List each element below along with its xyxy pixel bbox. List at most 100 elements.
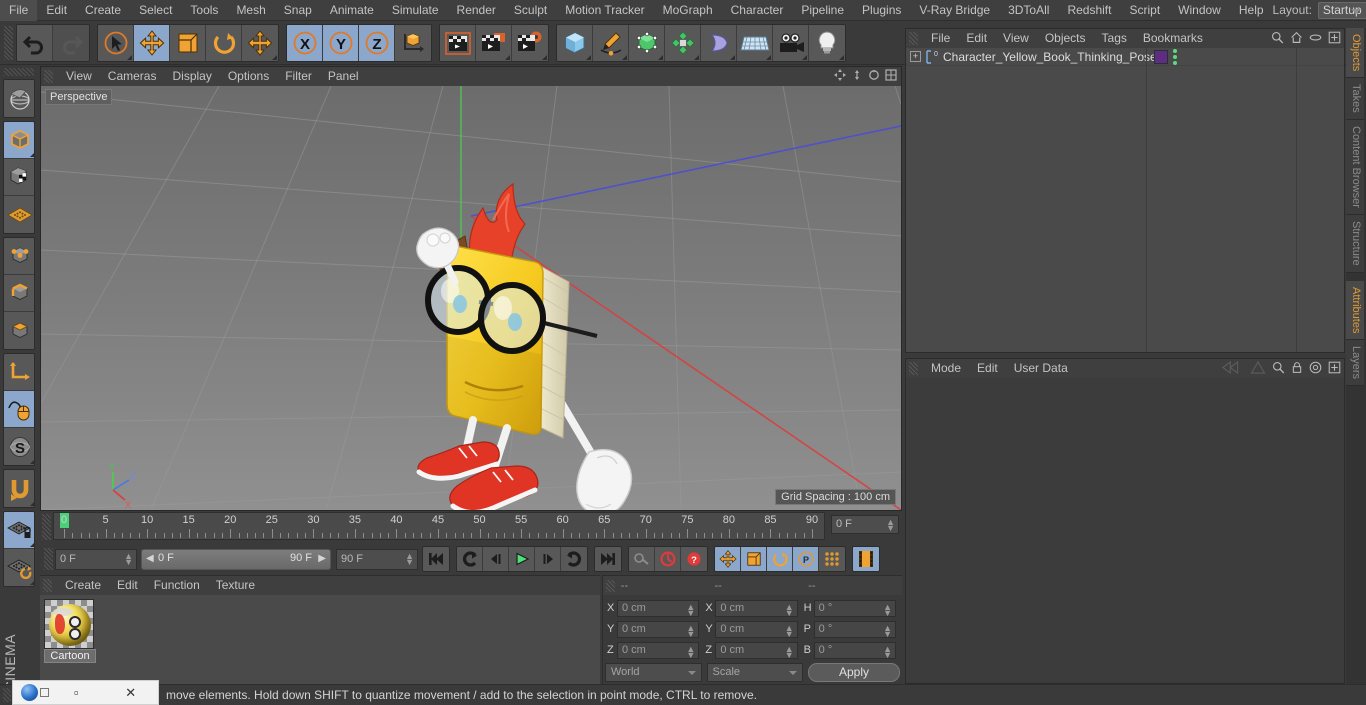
viewport-menu-display[interactable]: Display	[164, 67, 219, 86]
object-menu-view[interactable]: View	[995, 29, 1037, 48]
material-thumbnail[interactable]	[44, 599, 94, 649]
undo-button[interactable]	[17, 24, 53, 61]
timeline-ruler[interactable]: 0 5 10 15 20 25 30 35 40 45 50 55 60 65 70 75 80 85 90	[53, 512, 825, 540]
current-frame-field[interactable]: 0 F ▲ ▼	[55, 548, 137, 570]
viewport-menu-view[interactable]: View	[58, 67, 100, 86]
pos-y-field[interactable]: 0 cm ▲ ▼	[617, 620, 700, 638]
menu-item-3dtoall[interactable]: 3DToAll	[999, 0, 1058, 21]
coordinate-system-dropdown[interactable]: World	[605, 663, 702, 682]
viewport-menu-panel[interactable]: Panel	[320, 67, 367, 86]
home-icon[interactable]	[1290, 31, 1303, 44]
menu-item-edit[interactable]: Edit	[37, 0, 76, 21]
redo-button[interactable]	[53, 24, 89, 61]
timeline-filmstrip-button[interactable]	[853, 547, 879, 571]
render-region-button[interactable]	[4, 80, 34, 117]
stepper-icon[interactable]: ▲ ▼	[124, 551, 133, 566]
tab-layers[interactable]: Layers	[1346, 340, 1364, 387]
object-menu-tags[interactable]: Tags	[1094, 29, 1135, 48]
layout-dropdown[interactable]: Startup	[1317, 1, 1366, 19]
magnet-button[interactable]	[4, 470, 34, 507]
attribute-content[interactable]	[906, 378, 1344, 682]
object-menu-edit[interactable]: Edit	[958, 29, 995, 48]
menu-item-simulate[interactable]: Simulate	[383, 0, 448, 21]
polygon-grid-button[interactable]	[4, 196, 34, 233]
nav-back-icon[interactable]	[1222, 361, 1244, 374]
material-menu-texture[interactable]: Texture	[208, 576, 263, 595]
menu-item-window[interactable]: Window	[1169, 0, 1230, 21]
material-tag-icon[interactable]	[1154, 49, 1168, 64]
size-x-field[interactable]: 0 cm ▲ ▼	[715, 599, 798, 617]
tag-dots-icon[interactable]	[1173, 48, 1177, 65]
menu-item-motion-tracker[interactable]: Motion Tracker	[556, 0, 653, 21]
stepper-icon[interactable]: ▲ ▼	[883, 623, 892, 638]
nav-forward-icon[interactable]	[1250, 361, 1266, 374]
object-menu-file[interactable]: File	[923, 29, 958, 48]
stepper-icon[interactable]: ▲ ▼	[883, 644, 892, 659]
soft-selection-button[interactable]: S	[4, 428, 34, 465]
expand-toggle-icon[interactable]: +	[910, 51, 921, 62]
add-light-button[interactable]	[809, 24, 845, 61]
stepper-icon[interactable]: ▲ ▼	[886, 518, 895, 533]
play-reverse-button[interactable]	[457, 547, 483, 571]
texture-mode-button[interactable]	[4, 159, 34, 196]
timeline-grip[interactable]	[42, 514, 51, 540]
attribute-menu-mode[interactable]: Mode	[923, 359, 969, 378]
zoom-view-icon[interactable]	[851, 69, 863, 81]
end-frame-field[interactable]: 90 F ▲ ▼	[336, 548, 418, 570]
position-key-button[interactable]	[715, 547, 741, 571]
material-item[interactable]: Cartoon	[44, 599, 96, 663]
attribute-menu-user-data[interactable]: User Data	[1006, 359, 1076, 378]
table-row[interactable]: + 0 Character_Yellow_Book_Thinking_Pose	[906, 48, 1344, 66]
record-active-objects-button[interactable]	[629, 547, 655, 571]
menu-item-snap[interactable]: Snap	[275, 0, 321, 21]
lock-icon[interactable]	[1291, 361, 1303, 374]
axis-modify-button[interactable]	[4, 354, 34, 391]
step-forward-button[interactable]	[535, 547, 561, 571]
stepper-icon[interactable]: ▲ ▼	[686, 623, 695, 638]
polygons-mode-button[interactable]	[4, 312, 34, 349]
transform-mode-dropdown[interactable]: Scale	[706, 663, 803, 682]
add-generator-button[interactable]	[629, 24, 665, 61]
toolbar-grip[interactable]	[4, 25, 13, 60]
scale-tool-button[interactable]	[170, 24, 206, 61]
object-manager-grip[interactable]	[909, 32, 918, 45]
edges-mode-button[interactable]	[4, 275, 34, 312]
step-back-button[interactable]	[483, 547, 509, 571]
pos-z-field[interactable]: 0 cm ▲ ▼	[617, 641, 700, 659]
material-menu-edit[interactable]: Edit	[109, 576, 146, 595]
parameter-key-button[interactable]: P	[793, 547, 819, 571]
go-to-start-button[interactable]	[423, 547, 449, 571]
size-z-field[interactable]: 0 cm ▲ ▼	[715, 641, 798, 659]
menu-item-animate[interactable]: Animate	[321, 0, 383, 21]
search-icon[interactable]	[1271, 31, 1284, 44]
menu-item-mesh[interactable]: Mesh	[227, 0, 274, 21]
coordinates-grip[interactable]	[606, 579, 615, 592]
points-mode-button[interactable]	[4, 238, 34, 275]
menu-item-tools[interactable]: Tools	[181, 0, 227, 21]
tab-objects[interactable]: Objects	[1346, 28, 1364, 79]
viewport-menu-cameras[interactable]: Cameras	[100, 67, 165, 86]
tab-structure[interactable]: Structure	[1346, 214, 1364, 273]
rotate-tool-button[interactable]	[206, 24, 242, 61]
tab-takes[interactable]: Takes	[1346, 78, 1364, 121]
menu-item-help[interactable]: Help	[1230, 0, 1273, 21]
timeline-frame-field[interactable]: 0 F ▲ ▼	[831, 515, 899, 534]
attribute-grip[interactable]	[909, 362, 918, 375]
live-selection-button[interactable]	[98, 24, 134, 61]
menu-item-redshift[interactable]: Redshift	[1058, 0, 1120, 21]
rot-b-field[interactable]: 0 ° ▲ ▼	[813, 641, 896, 659]
menu-item-sculpt[interactable]: Sculpt	[505, 0, 556, 21]
workplane-lock-button[interactable]	[4, 512, 34, 549]
viewport-grip[interactable]	[44, 70, 53, 83]
viewport-menu-filter[interactable]: Filter	[277, 67, 320, 86]
rot-h-field[interactable]: 0 ° ▲ ▼	[813, 599, 896, 617]
enable-snap-button[interactable]	[4, 391, 34, 428]
menu-item-select[interactable]: Select	[130, 0, 181, 21]
rotate-view-icon[interactable]	[868, 69, 880, 81]
tab-attributes[interactable]: Attributes	[1346, 280, 1364, 341]
maximize-view-icon[interactable]	[885, 69, 897, 81]
new-window-icon[interactable]	[1328, 31, 1341, 44]
keyframe-selection-button[interactable]: ?	[681, 547, 707, 571]
scale-key-button[interactable]	[741, 547, 767, 571]
stepper-icon[interactable]: ▲ ▼	[785, 602, 794, 617]
